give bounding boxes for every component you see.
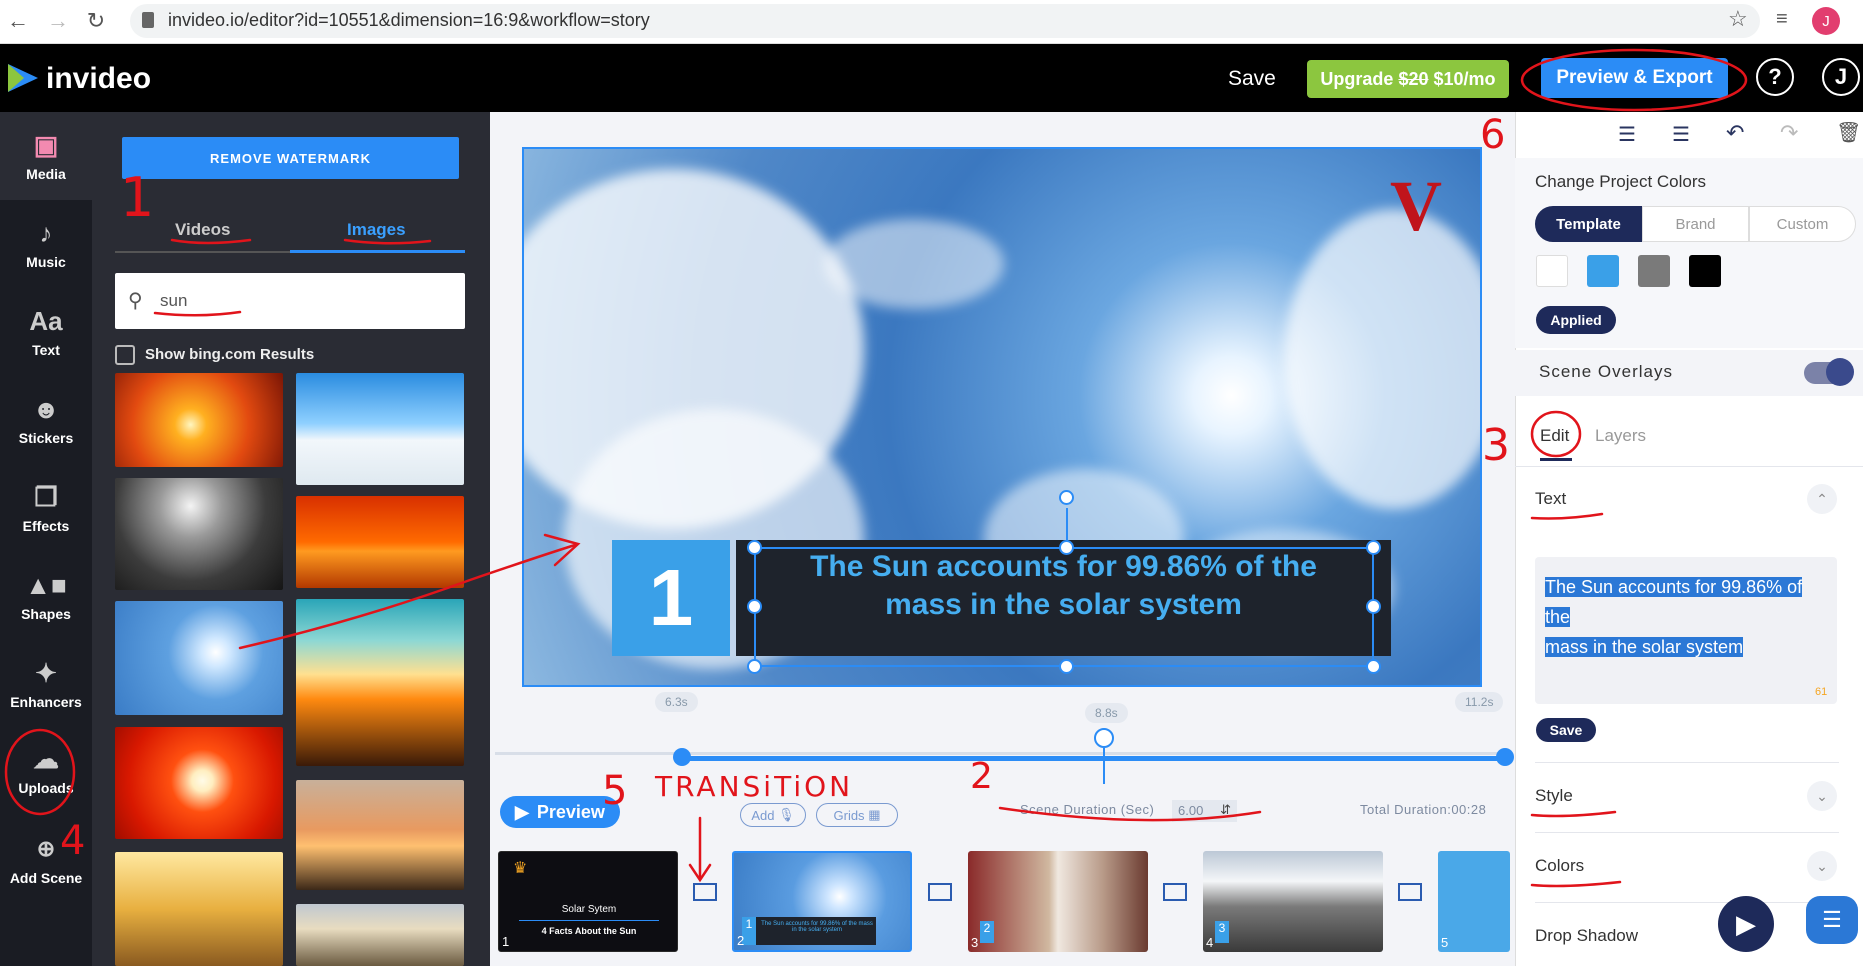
annotation-number-6: 6 [1480,112,1506,158]
annotation-overlay [4,48,1748,888]
annotation-transition: TRANSiTiON [655,770,854,803]
annotation-underline-style [1530,810,1617,818]
annotation-number-1: 1 [120,166,155,229]
annotation-number-5: 5 [602,768,628,814]
annotation-underline-colors [1530,880,1622,888]
annotation-arrow-line [238,543,577,650]
annotation-underline-videos [170,238,252,245]
annotation-circle-uploads [4,728,76,816]
annotation-underline-search [153,310,242,317]
annotation-circle-edit [1530,410,1582,458]
annotation-circle-export [1520,48,1748,112]
annotation-number-4: 4 [60,818,86,864]
annotation-number-3: 3 [1482,420,1510,471]
annotation-number-2: 2 [970,756,993,797]
annotation-underline-text [1530,512,1604,520]
annotation-underline-images [343,238,432,245]
annotation-underline-duration [998,806,1262,822]
